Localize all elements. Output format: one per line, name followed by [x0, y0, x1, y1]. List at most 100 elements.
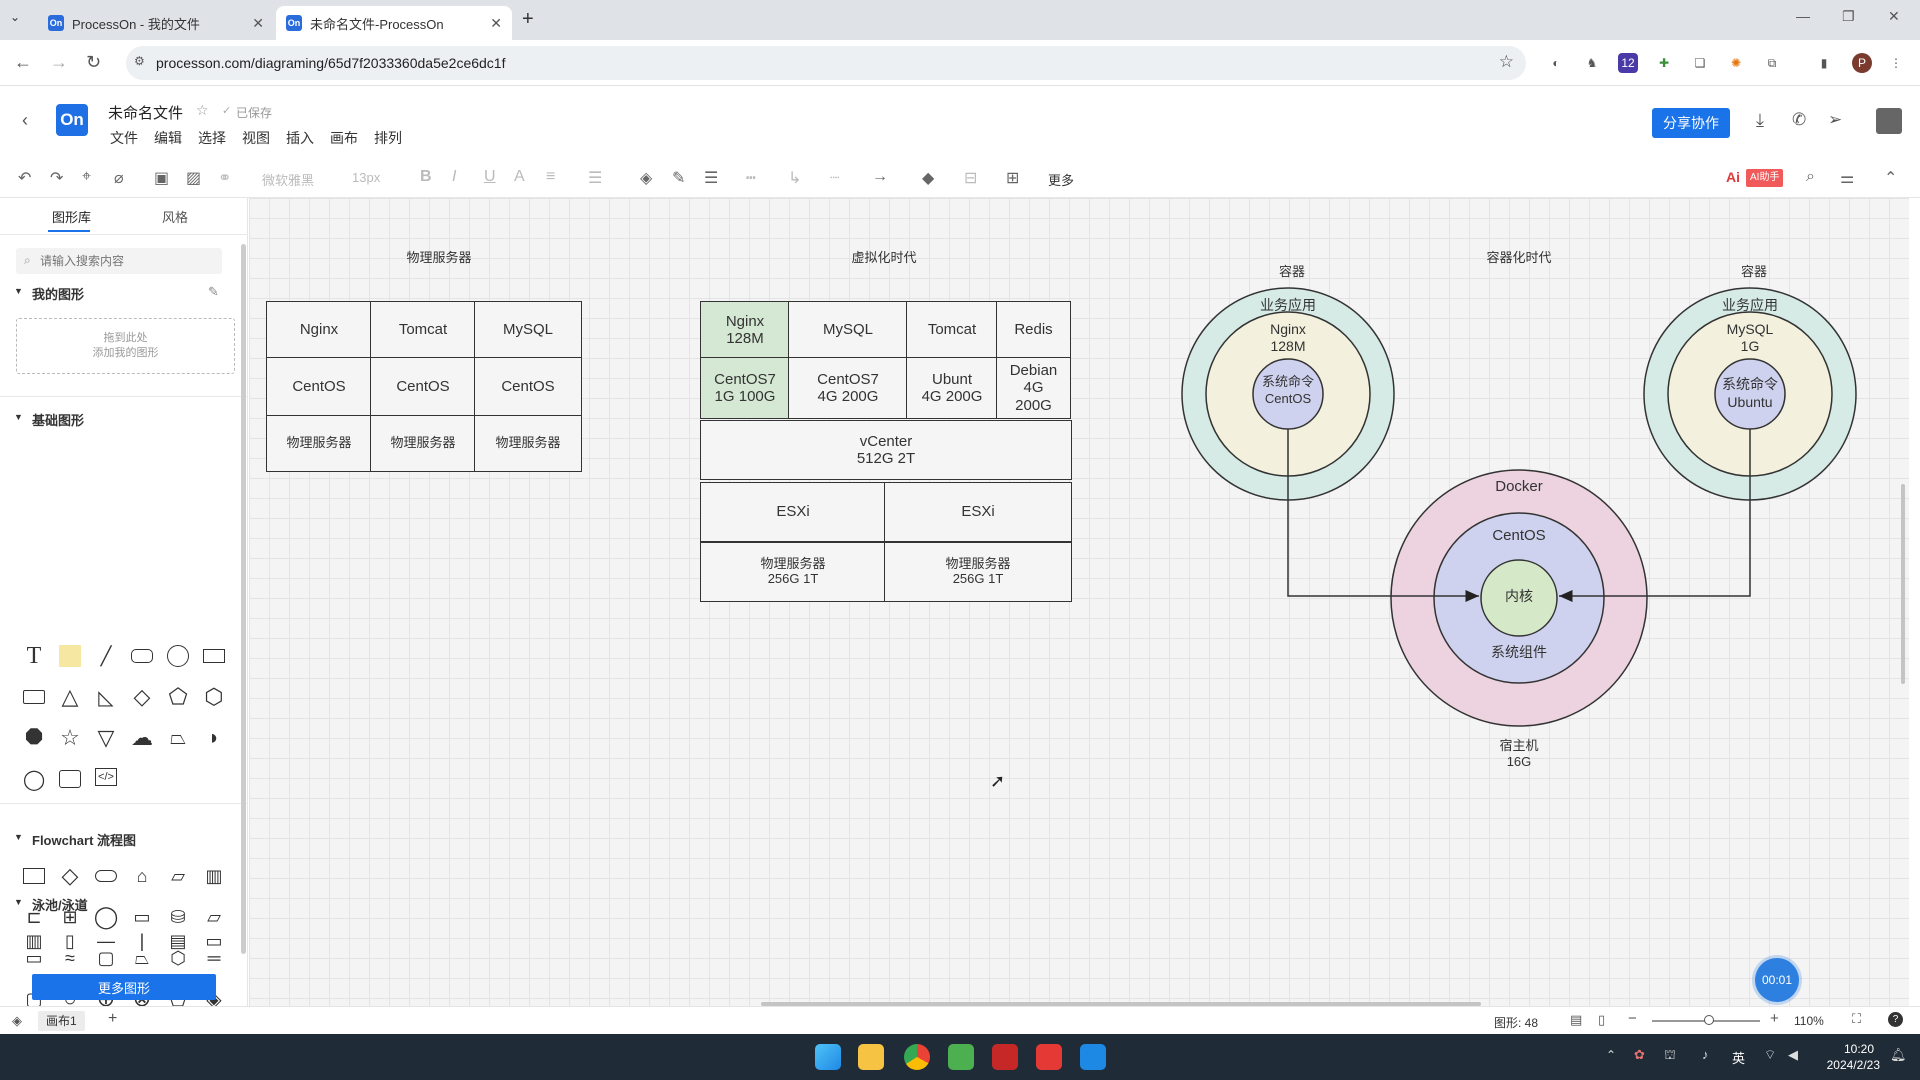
- help-icon[interactable]: ?: [1888, 1012, 1903, 1027]
- pool-horizontal-shape-icon[interactable]: ▤: [167, 930, 189, 952]
- layers-icon[interactable]: ◈: [12, 1013, 22, 1029]
- notification-bell-icon[interactable]: 🔔︎: [1890, 1047, 1907, 1063]
- swimlane-title[interactable]: 泳池/泳道: [32, 895, 88, 914]
- line-width-icon[interactable]: ☰: [704, 168, 718, 188]
- speech-bubble-shape-icon[interactable]: ◯: [23, 768, 45, 791]
- fill-color-icon[interactable]: ◈: [640, 168, 652, 188]
- zoom-slider-thumb[interactable]: [1704, 1015, 1714, 1025]
- send-icon[interactable]: ➢: [1828, 110, 1842, 130]
- menu-arrange[interactable]: 排列: [374, 128, 402, 148]
- fit-page-icon[interactable]: ▤: [1570, 1012, 1582, 1028]
- process-shape-icon[interactable]: [23, 865, 45, 887]
- browser-menu-icon[interactable]: ⋮: [1886, 53, 1906, 73]
- flowchart-title[interactable]: Flowchart 流程图: [32, 830, 136, 849]
- chrome-icon[interactable]: [904, 1044, 930, 1070]
- settings-sliders-icon[interactable]: ⚌: [1840, 168, 1854, 188]
- wps-office-icon[interactable]: [1036, 1044, 1062, 1070]
- lane-vertical-shape-icon[interactable]: ▯: [59, 930, 81, 952]
- predefined-process-shape-icon[interactable]: ▥: [203, 865, 225, 887]
- container-right-app-title[interactable]: 业务应用: [1710, 297, 1790, 315]
- find-icon[interactable]: ⌕: [1806, 168, 1815, 186]
- collapse-triangle-icon[interactable]: ▼: [14, 412, 23, 422]
- basic-shapes-title[interactable]: 基础图形: [32, 410, 84, 429]
- windows-start-icon[interactable]: [815, 1044, 841, 1070]
- share-collaborate-button[interactable]: 分享协作: [1652, 108, 1730, 138]
- ai-assistant-button[interactable]: AI助手: [1746, 169, 1784, 187]
- font-family-select[interactable]: 微软雅黑: [262, 170, 314, 189]
- rectangle-shape-icon[interactable]: [203, 645, 225, 667]
- data-shape-icon[interactable]: ▱: [167, 865, 189, 887]
- fullscreen-icon[interactable]: ⛶: [1852, 1011, 1861, 1027]
- ime-indicator[interactable]: 英: [1732, 1048, 1745, 1067]
- vertical-scrollbar[interactable]: [1901, 484, 1905, 684]
- file-explorer-icon[interactable]: [858, 1044, 884, 1070]
- format-painter-icon[interactable]: ⌖: [82, 168, 91, 186]
- table-icon[interactable]: ⊞: [1006, 168, 1019, 188]
- banner-shape-icon[interactable]: ⏢: [167, 727, 189, 749]
- tray-app-icon[interactable]: ✿: [1634, 1047, 1645, 1063]
- browser-tab-my-files[interactable]: On ProcessOn - 我的文件 ✕: [38, 6, 274, 40]
- zoom-out-icon[interactable]: −: [1628, 1010, 1637, 1027]
- side-panel-icon[interactable]: ▮: [1814, 53, 1834, 73]
- connector-icon[interactable]: ↳: [788, 168, 801, 188]
- search-input[interactable]: [40, 252, 210, 270]
- menu-select[interactable]: 选择: [198, 128, 226, 148]
- align-icon[interactable]: ☰: [588, 168, 602, 188]
- timer-badge[interactable]: 00:01: [1755, 958, 1799, 1002]
- pool-shape-icon[interactable]: ▥: [23, 930, 45, 952]
- inverted-triangle-shape-icon[interactable]: ▽: [95, 725, 117, 750]
- line-shape-icon[interactable]: ╱: [95, 645, 117, 667]
- clock-date[interactable]: 2024/2/23: [1812, 1058, 1880, 1072]
- container-left-app-title[interactable]: 业务应用: [1248, 297, 1328, 315]
- container-right-core[interactable]: 系统命令 Ubuntu: [1715, 375, 1785, 411]
- italic-icon[interactable]: I: [452, 168, 456, 186]
- extension-copy-icon[interactable]: ❏: [1690, 53, 1710, 73]
- window-close-icon[interactable]: ✕: [1888, 8, 1900, 25]
- direct-data-shape-icon[interactable]: ▭: [131, 906, 153, 928]
- my-shapes-title[interactable]: 我的图形: [32, 284, 84, 303]
- hexagon-shape-icon[interactable]: ⬡: [203, 684, 225, 709]
- download-icon[interactable]: ⤓: [1756, 110, 1764, 131]
- docker-title[interactable]: Docker: [1479, 478, 1559, 497]
- sequential-data-shape-icon[interactable]: ◯: [94, 904, 119, 929]
- browser-tab-untitled[interactable]: On 未命名文件-ProcessOn ✕: [276, 6, 512, 40]
- rounded-rect-shape-icon[interactable]: [131, 645, 153, 667]
- file-name[interactable]: 未命名文件: [108, 102, 183, 123]
- menu-insert[interactable]: 插入: [286, 128, 314, 148]
- bookmark-star-icon[interactable]: ☆: [1499, 52, 1514, 72]
- profile-avatar[interactable]: P: [1852, 53, 1872, 73]
- pentagon-shape-icon[interactable]: ⬠: [167, 684, 189, 709]
- card-shape-icon[interactable]: [59, 768, 81, 790]
- tab-list-chevron-icon[interactable]: ⌄: [10, 10, 20, 24]
- menu-canvas[interactable]: 画布: [330, 128, 358, 148]
- layer-icon[interactable]: ◆: [922, 168, 934, 188]
- dash-icon[interactable]: ┈: [830, 168, 840, 188]
- shape-insert-icon[interactable]: ▣: [154, 168, 169, 188]
- zoom-level[interactable]: 110%: [1794, 1014, 1824, 1028]
- diagram-canvas[interactable]: 物理服务器 Nginx Tomcat MySQL CentOS CentOS C…: [249, 198, 1909, 1006]
- right-triangle-shape-icon[interactable]: ◺: [95, 686, 117, 709]
- docker-os-label[interactable]: CentOS: [1479, 527, 1559, 546]
- note-shape-icon[interactable]: [59, 645, 81, 667]
- add-page-icon[interactable]: +: [108, 1010, 117, 1028]
- diamond-shape-icon[interactable]: ◇: [131, 684, 153, 709]
- bold-icon[interactable]: B: [420, 168, 432, 186]
- url-field[interactable]: ⚙ processon.com/diagraming/65d7f2033360d…: [126, 46, 1526, 80]
- collapse-toolbar-icon[interactable]: ⌃: [1884, 168, 1897, 188]
- host-label[interactable]: 宿主机 16G: [1479, 738, 1559, 771]
- container-left-app[interactable]: Nginx 128M: [1248, 321, 1328, 355]
- line-color-icon[interactable]: ✎: [672, 168, 685, 188]
- new-tab-icon[interactable]: +: [522, 8, 534, 31]
- edit-pencil-icon[interactable]: ✎: [208, 284, 219, 300]
- extension-translate-icon[interactable]: ◐: [1546, 53, 1566, 73]
- circle-shape-icon[interactable]: [167, 645, 189, 667]
- kernel-label[interactable]: 内核: [1489, 588, 1549, 606]
- wps-pdf-icon[interactable]: [992, 1044, 1018, 1070]
- arrow-style-icon[interactable]: →: [872, 168, 888, 186]
- microphone-icon[interactable]: ♪: [1702, 1047, 1709, 1062]
- processon-logo[interactable]: On: [56, 104, 88, 136]
- font-size-select[interactable]: 13px: [352, 170, 380, 185]
- window-minimize-icon[interactable]: —: [1796, 8, 1810, 24]
- extension-badge-icon[interactable]: 12: [1618, 53, 1638, 73]
- extension-bird-icon[interactable]: ♞: [1582, 53, 1602, 73]
